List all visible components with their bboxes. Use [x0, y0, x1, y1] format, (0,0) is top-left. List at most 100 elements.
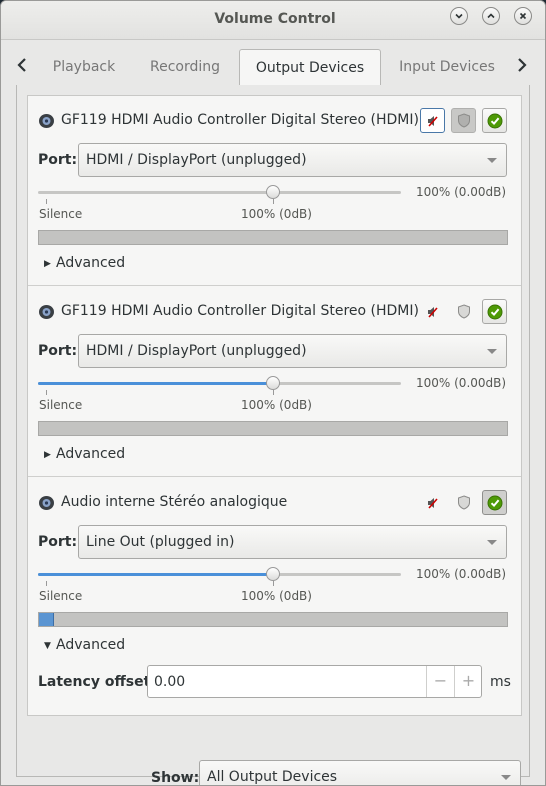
port-combo[interactable]: Line Out (plugged in): [78, 525, 507, 559]
advanced-label: Advanced: [56, 637, 126, 653]
volume-value: 100% (0.00dB): [416, 185, 507, 199]
silence-label: Silence: [39, 207, 83, 221]
device-separator: [28, 715, 521, 716]
mute-button[interactable]: [420, 108, 445, 133]
volume-control-window: Volume Control Playback Recording Output…: [0, 0, 546, 786]
mute-icon: [427, 306, 438, 318]
silence-mark: [46, 390, 47, 395]
speaker-icon: [39, 305, 54, 319]
mute-icon: [427, 497, 438, 509]
peak-meter-fill: [39, 613, 54, 626]
tab-input-devices[interactable]: Input Devices: [392, 49, 502, 85]
chevron-down-icon: [501, 775, 511, 780]
show-filter-combo[interactable]: All Output Devices: [199, 760, 521, 785]
advanced-expander[interactable]: ▼ Advanced: [44, 637, 125, 653]
volume-value: 100% (0.00dB): [416, 376, 507, 390]
decrement-button[interactable]: −: [426, 666, 454, 697]
lock-channels-button[interactable]: [451, 108, 476, 133]
port-combo[interactable]: HDMI / DisplayPort (unplugged): [78, 334, 507, 368]
volume-slider-fill: [38, 573, 273, 576]
maximize-button[interactable]: [482, 7, 500, 25]
chevron-left-icon[interactable]: [16, 57, 28, 78]
tab-recording[interactable]: Recording: [140, 49, 230, 85]
expander-right-icon: ▶: [44, 259, 51, 269]
lock-channels-button[interactable]: [451, 490, 476, 515]
volume-slider[interactable]: [38, 376, 401, 390]
device-separator: [28, 476, 521, 477]
volume-slider[interactable]: [38, 185, 401, 199]
port-label: Port:: [38, 343, 78, 359]
volume-slider-knob[interactable]: [266, 376, 280, 390]
unity-label: 100% (0dB): [241, 589, 312, 603]
mute-icon: [427, 115, 438, 127]
volume-slider[interactable]: [38, 567, 401, 581]
close-button[interactable]: [514, 7, 532, 25]
speaker-icon: [39, 496, 54, 510]
lock-icon: [457, 113, 470, 128]
peak-meter: [38, 612, 508, 627]
peak-meter: [38, 230, 508, 245]
tab-playback[interactable]: Playback: [44, 49, 124, 85]
minimize-button[interactable]: [450, 7, 468, 25]
silence-mark: [46, 199, 47, 204]
silence-mark: [46, 581, 47, 586]
titlebar: Volume Control: [1, 1, 545, 40]
expander-right-icon: ▶: [44, 450, 51, 460]
notebook: Playback Recording Output Devices Input …: [16, 49, 530, 785]
tab-output-devices[interactable]: Output Devices: [239, 49, 381, 86]
check-icon: [487, 113, 502, 128]
set-default-button[interactable]: [482, 490, 507, 515]
device-panel: GF119 HDMI Audio Controller Digital Ster…: [28, 287, 521, 477]
set-default-button[interactable]: [482, 108, 507, 133]
lock-channels-button[interactable]: [451, 299, 476, 324]
port-value: Line Out (plugged in): [86, 534, 235, 550]
chevron-down-icon: [455, 13, 463, 19]
lock-icon: [457, 304, 470, 319]
device-name: GF119 HDMI Audio Controller Digital Ster…: [61, 303, 419, 319]
device-name: Audio interne Stéréo analogique: [61, 494, 288, 510]
port-combo[interactable]: HDMI / DisplayPort (unplugged): [78, 143, 507, 177]
volume-slider-fill: [38, 382, 273, 385]
chevron-up-icon: [487, 13, 495, 19]
unity-label: 100% (0dB): [241, 207, 312, 221]
latency-offset-spinbutton[interactable]: 0.00 − +: [147, 665, 482, 698]
port-value: HDMI / DisplayPort (unplugged): [86, 152, 307, 168]
advanced-expander[interactable]: ▶ Advanced: [44, 446, 125, 462]
speaker-icon: [39, 114, 54, 128]
show-filter-value: All Output Devices: [207, 769, 338, 785]
advanced-expander[interactable]: ▶ Advanced: [44, 255, 125, 271]
volume-slider-knob[interactable]: [266, 567, 280, 581]
chevron-down-icon: [487, 158, 497, 163]
port-value: HDMI / DisplayPort (unplugged): [86, 343, 307, 359]
silence-label: Silence: [39, 589, 83, 603]
set-default-button[interactable]: [482, 299, 507, 324]
device-panel: GF119 HDMI Audio Controller Digital Ster…: [28, 96, 521, 286]
expander-down-icon: ▼: [44, 641, 51, 651]
latency-offset-label: Latency offset:: [38, 674, 156, 690]
mute-button[interactable]: [420, 299, 445, 324]
latency-unit: ms: [490, 674, 511, 690]
tab-bar: Playback Recording Output Devices Input …: [16, 49, 530, 86]
port-label: Port:: [38, 152, 78, 168]
unity-mark: [273, 581, 274, 586]
latency-offset-value: 0.00: [154, 674, 186, 690]
check-icon: [487, 495, 502, 510]
volume-slider-knob[interactable]: [266, 185, 280, 199]
chevron-right-icon[interactable]: [516, 57, 528, 78]
output-devices-page: GF119 HDMI Audio Controller Digital Ster…: [16, 85, 530, 785]
close-icon: [519, 12, 527, 20]
device-list: GF119 HDMI Audio Controller Digital Ster…: [27, 95, 522, 716]
advanced-label: Advanced: [56, 446, 126, 462]
volume-value: 100% (0.00dB): [416, 567, 507, 581]
check-icon: [487, 304, 502, 319]
unity-label: 100% (0dB): [241, 398, 312, 412]
port-label: Port:: [38, 534, 78, 550]
increment-button[interactable]: +: [454, 666, 482, 697]
mute-button[interactable]: [420, 490, 445, 515]
chevron-down-icon: [487, 349, 497, 354]
device-separator: [28, 285, 521, 286]
silence-label: Silence: [39, 398, 83, 412]
device-panel: Audio interne Stéréo analogique Port: Li…: [28, 478, 521, 715]
unity-mark: [273, 390, 274, 395]
show-label: Show:: [151, 770, 200, 786]
